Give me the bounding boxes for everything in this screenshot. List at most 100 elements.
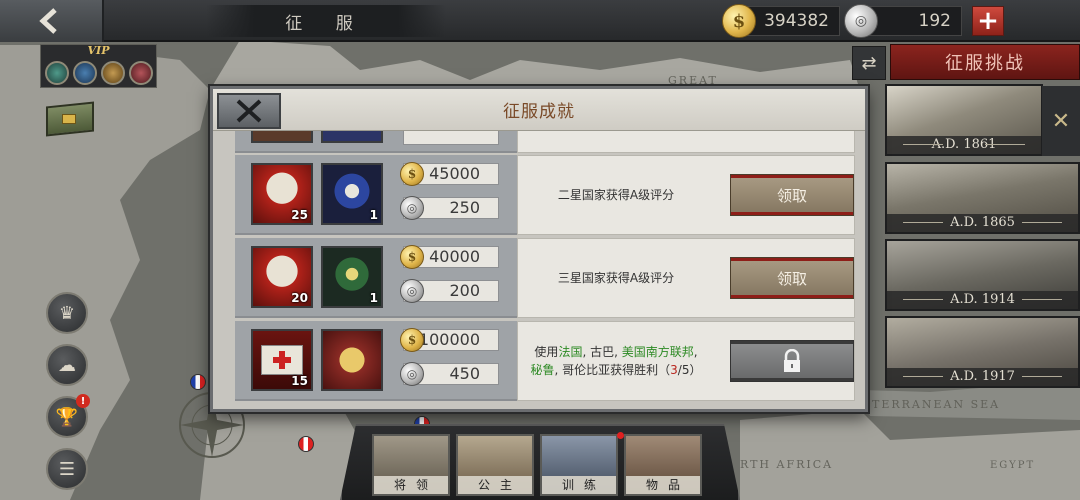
treasure-chest-icon[interactable] [42, 96, 98, 138]
dock-label: 物品 [626, 476, 700, 494]
plus-icon: + [977, 6, 999, 36]
reward-area: 15 100000 $ 450 ◎ [235, 321, 517, 401]
silver-coin-icon: ◎ [400, 362, 424, 386]
top-bar: 征 服 394382 $ 192 ◎ + [0, 0, 1080, 42]
item-count: 15 [291, 374, 308, 388]
trophy-icon: 🏆 [55, 406, 79, 428]
gold-coin-icon: $ [400, 162, 424, 186]
achievement-list[interactable]: 25 1 45000 $ 250 ◎ 二星国家获得A级评分 领取 20 1 40… [235, 131, 857, 407]
reward-silver-amount [403, 131, 499, 145]
cloud-upload-icon: ☁ [58, 354, 76, 376]
vip-tier-2-icon [73, 61, 97, 85]
map-flag-peru[interactable] [298, 436, 314, 452]
vip-panel[interactable]: VIP [40, 44, 157, 88]
dialog-header: 征服成就 [213, 89, 865, 131]
silver-coin-icon: ◎ [844, 4, 878, 38]
desc-sep: , 古巴, [582, 345, 622, 359]
item-count: 1 [369, 291, 378, 305]
dock-label: 将领 [374, 476, 448, 494]
era-card-1914[interactable]: A.D. 1914 [885, 239, 1080, 311]
achievement-description: 二星国家获得A级评分 [557, 188, 675, 202]
locked-claim-button [730, 340, 854, 382]
item-count: 1 [369, 208, 378, 222]
list-item-partial [235, 131, 857, 153]
add-currency-button[interactable]: + [972, 6, 1004, 36]
vip-tier-4-icon [129, 61, 153, 85]
country-csa: 美国南方联邦 [621, 345, 694, 359]
item-count: 25 [291, 208, 308, 222]
map-label-africa: RTH AFRICA [740, 458, 834, 471]
close-icon [236, 99, 262, 123]
vip-label: VIP [87, 44, 110, 57]
gold-coin-icon: $ [400, 328, 424, 352]
green-star-medal-icon: 1 [321, 246, 383, 308]
reward-item [321, 131, 383, 143]
dialog-title: 征服成就 [503, 102, 575, 122]
vip-tier-3-icon [101, 61, 125, 85]
general-crest-button[interactable]: ♛ [46, 292, 88, 334]
list-item: 20 1 40000 $ 200 ◎ 三星国家获得A级评分 领取 [235, 238, 857, 318]
country-france: 法国 [558, 345, 583, 359]
silver-coin-icon: ◎ [400, 279, 424, 303]
era-card-1861[interactable]: A.D. 1861 [885, 84, 1043, 156]
era-year: A.D. 1914 [887, 291, 1078, 309]
item-count: 20 [291, 291, 308, 305]
tasks-button[interactable]: ☰ [46, 448, 88, 490]
list-item: 25 1 45000 $ 250 ◎ 二星国家获得A级评分 领取 [235, 155, 857, 235]
silver-coin-icon: ◎ [400, 196, 424, 220]
laurel-crest-icon: ♛ [58, 302, 76, 324]
naval-anchor-medal-icon: 1 [321, 163, 383, 225]
medic-helmet-icon: 20 [251, 246, 313, 308]
dock-label: 训练 [542, 476, 616, 494]
swap-button[interactable]: ⇄ [852, 46, 886, 80]
era-card-1865[interactable]: A.D. 1865 [885, 162, 1080, 234]
training-alert-dot [617, 432, 624, 439]
map-flag-france[interactable] [190, 374, 206, 390]
dock-label: 公主 [458, 476, 532, 494]
lock-icon [784, 349, 800, 372]
cloud-save-button[interactable]: ☁ [46, 344, 88, 386]
condition-area [517, 131, 855, 153]
trophy-button[interactable]: 🏆 ! [46, 394, 90, 438]
page-title: 征 服 [206, 5, 446, 37]
gold-coin-icon: $ [400, 245, 424, 269]
reward-area: 25 1 45000 $ 250 ◎ [235, 155, 517, 235]
gold-coin-icon: $ [722, 4, 756, 38]
dock-training-button[interactable]: 训练 [540, 434, 618, 496]
reward-item [251, 131, 313, 143]
back-button[interactable] [0, 0, 104, 42]
desc-prefix: 使用 [534, 345, 559, 359]
vip-tier-1-icon [45, 61, 69, 85]
reward-area: 20 1 40000 $ 200 ◎ [235, 238, 517, 318]
medic-helmet-icon: 25 [251, 163, 313, 225]
claim-button[interactable]: 领取 [730, 174, 854, 216]
tab-conquest-challenge[interactable]: 征服挑战 [890, 44, 1080, 80]
country-peru: 秘鲁 [530, 363, 555, 377]
desc-sep: , [693, 345, 698, 359]
achievement-dialog: 征服成就 25 1 45000 $ 250 ◎ 二星国家获得A级评分 领取 20… [210, 86, 868, 412]
swap-arrows-icon: ⇄ [861, 52, 877, 74]
claim-button[interactable]: 领取 [730, 257, 854, 299]
achievement-description: 使用法国, 古巴, 美国南方联邦, 秘鲁, 哥伦比亚获得胜利（3/5） [517, 321, 715, 401]
dock-princess-button[interactable]: 公主 [456, 434, 534, 496]
desc-suffix: , 哥伦比亚获得胜利（ [554, 363, 671, 377]
era-year: A.D. 1917 [887, 368, 1078, 386]
dock-generals-button[interactable]: 将领 [372, 434, 450, 496]
scroll-icon: ☰ [58, 458, 76, 480]
reward-area [235, 131, 517, 153]
first-aid-kit-icon: 15 [251, 329, 313, 391]
back-arrow-icon [39, 8, 57, 34]
crossed-swords-icon[interactable]: ✕ [1042, 86, 1080, 156]
close-button[interactable] [217, 93, 281, 129]
gold-value: 394382 [764, 11, 829, 31]
gold-cannon-medal-icon [321, 329, 383, 391]
silver-value: 192 [918, 11, 951, 31]
progress-total: /5） [677, 363, 702, 377]
dock-items-button[interactable]: 物品 [624, 434, 702, 496]
list-item: 15 100000 $ 450 ◎ 使用法国, 古巴, 美国南方联邦, 秘鲁, … [235, 321, 857, 401]
bottom-dock: 将领 公主 训练 物品 [340, 424, 740, 500]
map-label-egypt: EGYPT [990, 460, 1036, 471]
era-card-1917[interactable]: A.D. 1917 [885, 316, 1080, 388]
era-year: A.D. 1865 [887, 214, 1078, 232]
era-year: A.D. 1861 [887, 136, 1041, 154]
